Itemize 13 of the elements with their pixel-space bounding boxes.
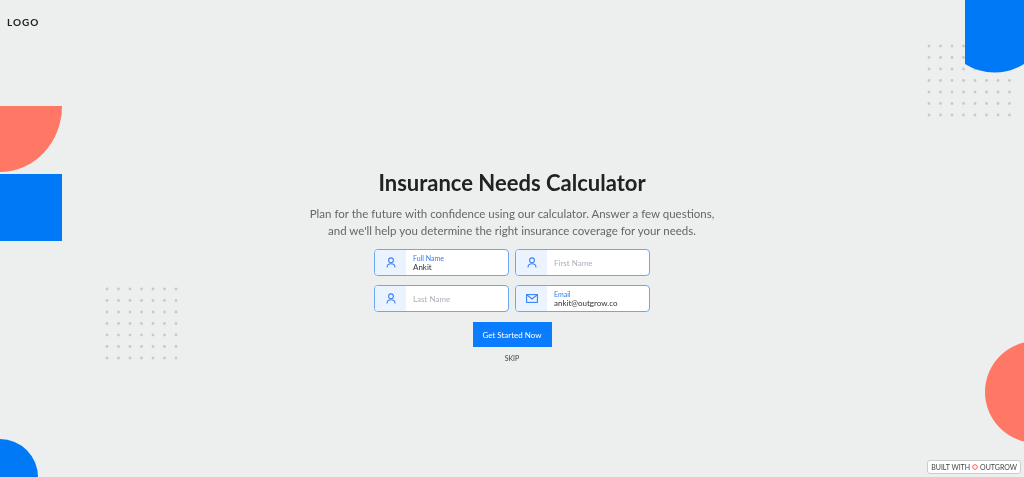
field-value: Ankit (413, 261, 433, 272)
field-placeholder: First Name (554, 256, 594, 269)
mail-icon (525, 294, 538, 303)
person-icon (385, 293, 396, 304)
logo: LOGO (7, 16, 40, 28)
brand-icon (972, 463, 979, 470)
person-icon (526, 257, 537, 268)
person-icon (385, 257, 396, 268)
page-subtitle: Plan for the future with confidence using our calculator. Answer a few questions, and we'll help you determine the right insurance coverage for your needs. (308, 206, 716, 239)
page-title: Insurance Needs Calculator (378, 168, 646, 198)
field-placeholder: Last Name (413, 292, 452, 305)
get-started-button[interactable]: Get Started Now (472, 322, 552, 347)
field-value: ankit@outgrow.co (554, 297, 619, 308)
